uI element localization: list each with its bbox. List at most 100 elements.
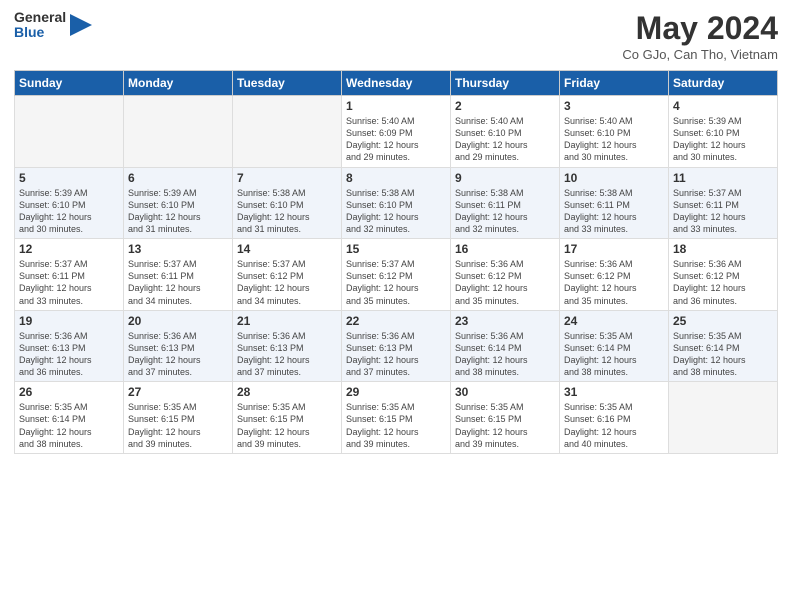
table-row: 2 Sunrise: 5:40 AM Sunset: 6:10 PM Daylig… (451, 96, 560, 168)
table-row: 26 Sunrise: 5:35 AM Sunset: 6:14 PM Dayli… (15, 382, 124, 454)
table-row: 28Sunrise: 5:35 AM Sunset: 6:15 PM Dayli… (233, 382, 342, 454)
day-number: 8 (346, 171, 446, 185)
day-info: Sunrise: 5:38 AM Sunset: 6:10 PM Dayligh… (237, 187, 337, 236)
table-row: 4 Sunrise: 5:39 AM Sunset: 6:10 PM Daylig… (669, 96, 778, 168)
table-row: 17Sunrise: 5:36 AM Sunset: 6:12 PM Dayli… (560, 239, 669, 311)
day-info: Sunrise: 5:37 AM Sunset: 6:12 PM Dayligh… (237, 258, 337, 307)
table-row: 19 Sunrise: 5:36 AM Sunset: 6:13 PM Dayli… (15, 310, 124, 382)
table-row: 18Sunrise: 5:36 AM Sunset: 6:12 PM Dayli… (669, 239, 778, 311)
day-number: 11 (673, 171, 773, 185)
table-row: 6 Sunrise: 5:39 AM Sunset: 6:10 PM Daylig… (124, 167, 233, 239)
table-row: 14 Sunrise: 5:37 AM Sunset: 6:12 PM Dayli… (233, 239, 342, 311)
day-number: 21 (237, 314, 337, 328)
day-number: 30 (455, 385, 555, 399)
day-info: Sunrise: 5:37 AM Sunset: 6:11 PM Dayligh… (19, 258, 119, 307)
day-number: 25 (673, 314, 773, 328)
day-info: Sunrise: 5:35 AM Sunset: 6:15 PM Dayligh… (237, 401, 337, 450)
col-thursday: Thursday (451, 71, 560, 96)
table-row: 16 Sunrise: 5:36 AM Sunset: 6:12 PM Dayli… (451, 239, 560, 311)
day-info: Sunrise: 5:40 AM Sunset: 6:10 PM Dayligh… (455, 115, 555, 164)
day-info: Sunrise: 5:35 AM Sunset: 6:14 PM Dayligh… (673, 330, 773, 379)
calendar-week-row: 12Sunrise: 5:37 AM Sunset: 6:11 PM Dayli… (15, 239, 778, 311)
table-row: 11 Sunrise: 5:37 AM Sunset: 6:11 PM Dayli… (669, 167, 778, 239)
logo-text: General Blue (14, 10, 92, 41)
title-block: May 2024 Co GJo, Can Tho, Vietnam (622, 10, 778, 62)
day-info: Sunrise: 5:37 AM Sunset: 6:12 PM Dayligh… (346, 258, 446, 307)
table-row: 15 Sunrise: 5:37 AM Sunset: 6:12 PM Dayli… (342, 239, 451, 311)
day-info: Sunrise: 5:35 AM Sunset: 6:15 PM Dayligh… (346, 401, 446, 450)
day-number: 19 (19, 314, 119, 328)
table-row: 9Sunrise: 5:38 AM Sunset: 6:11 PM Daylig… (451, 167, 560, 239)
calendar-table: Sunday Monday Tuesday Wednesday Thursday… (14, 70, 778, 454)
table-row (124, 96, 233, 168)
day-info: Sunrise: 5:39 AM Sunset: 6:10 PM Dayligh… (19, 187, 119, 236)
calendar-week-row: 26 Sunrise: 5:35 AM Sunset: 6:14 PM Dayli… (15, 382, 778, 454)
day-number: 27 (128, 385, 228, 399)
day-number: 10 (564, 171, 664, 185)
day-info: Sunrise: 5:38 AM Sunset: 6:11 PM Dayligh… (455, 187, 555, 236)
calendar-header-row: Sunday Monday Tuesday Wednesday Thursday… (15, 71, 778, 96)
col-monday: Monday (124, 71, 233, 96)
day-number: 2 (455, 99, 555, 113)
day-info: Sunrise: 5:37 AM Sunset: 6:11 PM Dayligh… (673, 187, 773, 236)
day-number: 22 (346, 314, 446, 328)
day-info: Sunrise: 5:36 AM Sunset: 6:13 PM Dayligh… (128, 330, 228, 379)
logo-line2: Blue (14, 25, 66, 40)
day-info: Sunrise: 5:36 AM Sunset: 6:12 PM Dayligh… (455, 258, 555, 307)
logo-line1: General (14, 10, 66, 25)
col-saturday: Saturday (669, 71, 778, 96)
day-number: 5 (19, 171, 119, 185)
day-info: Sunrise: 5:39 AM Sunset: 6:10 PM Dayligh… (673, 115, 773, 164)
day-info: Sunrise: 5:35 AM Sunset: 6:15 PM Dayligh… (128, 401, 228, 450)
month-title: May 2024 (622, 10, 778, 47)
day-number: 3 (564, 99, 664, 113)
day-number: 16 (455, 242, 555, 256)
day-number: 17 (564, 242, 664, 256)
day-info: Sunrise: 5:40 AM Sunset: 6:10 PM Dayligh… (564, 115, 664, 164)
calendar-week-row: 19 Sunrise: 5:36 AM Sunset: 6:13 PM Dayli… (15, 310, 778, 382)
day-info: Sunrise: 5:36 AM Sunset: 6:13 PM Dayligh… (19, 330, 119, 379)
calendar-week-row: 5 Sunrise: 5:39 AM Sunset: 6:10 PM Daylig… (15, 167, 778, 239)
day-info: Sunrise: 5:36 AM Sunset: 6:12 PM Dayligh… (673, 258, 773, 307)
day-info: Sunrise: 5:35 AM Sunset: 6:15 PM Dayligh… (455, 401, 555, 450)
table-row: 25 Sunrise: 5:35 AM Sunset: 6:14 PM Dayli… (669, 310, 778, 382)
table-row: 22 Sunrise: 5:36 AM Sunset: 6:13 PM Dayli… (342, 310, 451, 382)
day-info: Sunrise: 5:39 AM Sunset: 6:10 PM Dayligh… (128, 187, 228, 236)
day-number: 1 (346, 99, 446, 113)
day-number: 15 (346, 242, 446, 256)
logo-triangle-icon (70, 14, 92, 36)
day-info: Sunrise: 5:40 AM Sunset: 6:09 PM Dayligh… (346, 115, 446, 164)
day-number: 31 (564, 385, 664, 399)
day-info: Sunrise: 5:35 AM Sunset: 6:16 PM Dayligh… (564, 401, 664, 450)
day-info: Sunrise: 5:35 AM Sunset: 6:14 PM Dayligh… (19, 401, 119, 450)
day-info: Sunrise: 5:36 AM Sunset: 6:13 PM Dayligh… (237, 330, 337, 379)
day-info: Sunrise: 5:38 AM Sunset: 6:10 PM Dayligh… (346, 187, 446, 236)
table-row: 8 Sunrise: 5:38 AM Sunset: 6:10 PM Daylig… (342, 167, 451, 239)
day-number: 4 (673, 99, 773, 113)
day-number: 29 (346, 385, 446, 399)
day-number: 13 (128, 242, 228, 256)
day-info: Sunrise: 5:36 AM Sunset: 6:13 PM Dayligh… (346, 330, 446, 379)
table-row: 10Sunrise: 5:38 AM Sunset: 6:11 PM Dayli… (560, 167, 669, 239)
day-info: Sunrise: 5:35 AM Sunset: 6:14 PM Dayligh… (564, 330, 664, 379)
table-row: 29 Sunrise: 5:35 AM Sunset: 6:15 PM Dayli… (342, 382, 451, 454)
table-row: 12Sunrise: 5:37 AM Sunset: 6:11 PM Dayli… (15, 239, 124, 311)
table-row: 13Sunrise: 5:37 AM Sunset: 6:11 PM Dayli… (124, 239, 233, 311)
table-row (669, 382, 778, 454)
table-row (233, 96, 342, 168)
day-number: 23 (455, 314, 555, 328)
day-number: 6 (128, 171, 228, 185)
table-row: 24Sunrise: 5:35 AM Sunset: 6:14 PM Dayli… (560, 310, 669, 382)
col-wednesday: Wednesday (342, 71, 451, 96)
table-row: 7Sunrise: 5:38 AM Sunset: 6:10 PM Daylig… (233, 167, 342, 239)
table-row: 30 Sunrise: 5:35 AM Sunset: 6:15 PM Dayli… (451, 382, 560, 454)
calendar-week-row: 1 Sunrise: 5:40 AM Sunset: 6:09 PM Daylig… (15, 96, 778, 168)
page: General Blue May 2024 Co GJo, Can Tho, V… (0, 0, 792, 464)
logo: General Blue (14, 10, 92, 41)
day-info: Sunrise: 5:36 AM Sunset: 6:14 PM Dayligh… (455, 330, 555, 379)
col-tuesday: Tuesday (233, 71, 342, 96)
table-row: 1 Sunrise: 5:40 AM Sunset: 6:09 PM Daylig… (342, 96, 451, 168)
day-number: 26 (19, 385, 119, 399)
day-number: 14 (237, 242, 337, 256)
col-friday: Friday (560, 71, 669, 96)
